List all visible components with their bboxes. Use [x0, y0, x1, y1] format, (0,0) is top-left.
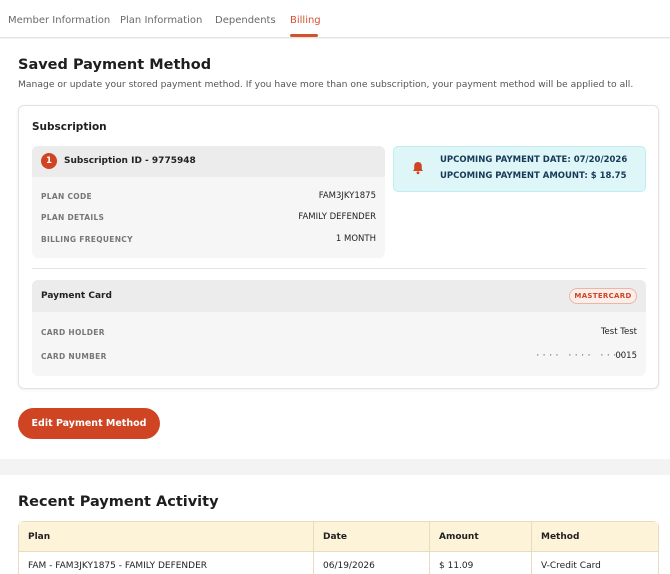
column-header-amount: Amount: [439, 532, 479, 542]
saved-payment-subtitle: Manage or update your stored payment met…: [18, 79, 634, 90]
recent-activity-title: Recent Payment Activity: [18, 494, 219, 510]
edit-payment-method-button[interactable]: Edit Payment Method: [18, 408, 160, 439]
tab-bar: Member Information Plan Information Depe…: [0, 0, 670, 38]
plan-code-label: PLAN CODE: [41, 192, 92, 201]
plan-details-value: FAMILY DEFENDER: [298, 212, 376, 222]
payment-card-title: Payment Card: [41, 291, 112, 301]
table-cell-date: 06/19/2026: [323, 561, 375, 571]
upcoming-payment-alert: [393, 146, 646, 192]
active-tab-indicator: [290, 34, 318, 37]
card-number-label: CARD NUMBER: [41, 352, 107, 361]
row-divider: [19, 551, 658, 552]
card-holder-value: Test Test: [600, 327, 637, 337]
subscription-heading: Subscription: [32, 121, 107, 133]
column-divider: [531, 522, 532, 574]
card-brand-badge: MASTERCARD: [569, 288, 637, 304]
billing-frequency-label: BILLING FREQUENCY: [41, 235, 133, 244]
upcoming-payment-amount: UPCOMING PAYMENT AMOUNT: $ 18.75: [440, 171, 627, 181]
tab-member-information[interactable]: Member Information: [8, 15, 110, 27]
upcoming-payment-date: UPCOMING PAYMENT DATE: 07/20/2026: [440, 155, 628, 165]
billing-frequency-value: 1 MONTH: [335, 234, 376, 244]
table-cell-amount: $ 11.09: [439, 561, 474, 571]
table-cell-method: V-Credit Card: [541, 561, 601, 571]
subscription-id: Subscription ID - 9775948: [64, 156, 196, 166]
tab-dependents[interactable]: Dependents: [215, 15, 276, 27]
tab-billing[interactable]: Billing: [290, 15, 321, 27]
card-number-mask: ···· ···· ····: [535, 351, 625, 361]
saved-payment-title: Saved Payment Method: [18, 57, 212, 73]
table-cell-plan: FAM - FAM3JKY1875 - FAMILY DEFENDER: [28, 561, 208, 571]
plan-code-value: FAM3JKY1875: [318, 191, 376, 201]
payment-card-header: [32, 280, 646, 312]
column-header-plan: Plan: [28, 532, 51, 542]
column-divider: [429, 522, 430, 574]
subscription-number-badge: 1: [41, 153, 57, 169]
bell-icon: [413, 162, 423, 175]
tab-plan-information[interactable]: Plan Information: [120, 15, 202, 27]
card-holder-label: CARD HOLDER: [41, 328, 105, 337]
column-divider: [313, 522, 314, 574]
card-number-last4: 0015: [615, 351, 637, 361]
column-header-date: Date: [323, 532, 347, 542]
section-divider: [32, 268, 646, 269]
plan-details-label: PLAN DETAILS: [41, 213, 105, 222]
column-header-method: Method: [541, 532, 580, 542]
